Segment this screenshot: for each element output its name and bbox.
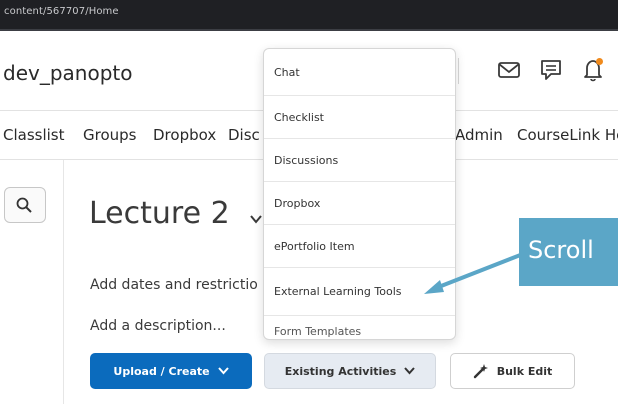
- upload-create-button[interactable]: Upload / Create: [90, 353, 252, 389]
- chevron-down-icon[interactable]: [249, 212, 263, 226]
- bulk-edit-label: Bulk Edit: [496, 364, 553, 378]
- add-dates-link[interactable]: Add dates and restrictio: [90, 277, 258, 293]
- add-description-link[interactable]: Add a description...: [90, 318, 226, 334]
- nav-item-discussions[interactable]: Disc: [228, 126, 260, 144]
- upload-create-label: Upload / Create: [113, 364, 210, 378]
- url-text: content/567707/Home: [4, 6, 119, 17]
- chat-bubble-icon[interactable]: [536, 55, 566, 85]
- nav-item-classlist[interactable]: Classlist: [3, 126, 65, 144]
- chevron-down-icon: [217, 367, 229, 375]
- header-divider: [458, 58, 459, 84]
- search-button[interactable]: [4, 187, 46, 223]
- existing-activities-label: Existing Activities: [284, 364, 397, 378]
- existing-activities-button[interactable]: Existing Activities: [264, 353, 436, 389]
- menu-item-chat[interactable]: Chat: [264, 49, 455, 96]
- page-title: Lecture 2: [89, 196, 230, 231]
- bell-icon[interactable]: [578, 55, 608, 85]
- menu-item-dropbox[interactable]: Dropbox: [264, 182, 455, 225]
- scroll-annotation-callout: Scroll: [519, 218, 618, 286]
- notification-badge: [596, 58, 603, 65]
- annotation-arrow: [424, 250, 529, 294]
- menu-item-partial[interactable]: Form Templates: [274, 325, 361, 338]
- mail-icon[interactable]: [494, 55, 524, 85]
- callout-label: Scroll: [528, 236, 594, 264]
- magic-wand-icon: [473, 364, 488, 379]
- nav-item-dropbox[interactable]: Dropbox: [153, 126, 216, 144]
- bulk-edit-button[interactable]: Bulk Edit: [450, 353, 575, 389]
- chevron-down-icon: [404, 367, 416, 375]
- menu-item-discussions[interactable]: Discussions: [264, 139, 455, 182]
- search-icon: [16, 197, 32, 213]
- sidebar-divider: [63, 160, 64, 404]
- nav-item-groups[interactable]: Groups: [83, 126, 136, 144]
- browser-address-bar[interactable]: content/567707/Home: [0, 0, 618, 31]
- nav-item-admin[interactable]: Admin: [455, 126, 503, 144]
- menu-item-checklist[interactable]: Checklist: [264, 96, 455, 139]
- nav-item-courselink-help[interactable]: CourseLink He: [517, 126, 618, 144]
- site-title[interactable]: dev_panopto: [3, 61, 132, 85]
